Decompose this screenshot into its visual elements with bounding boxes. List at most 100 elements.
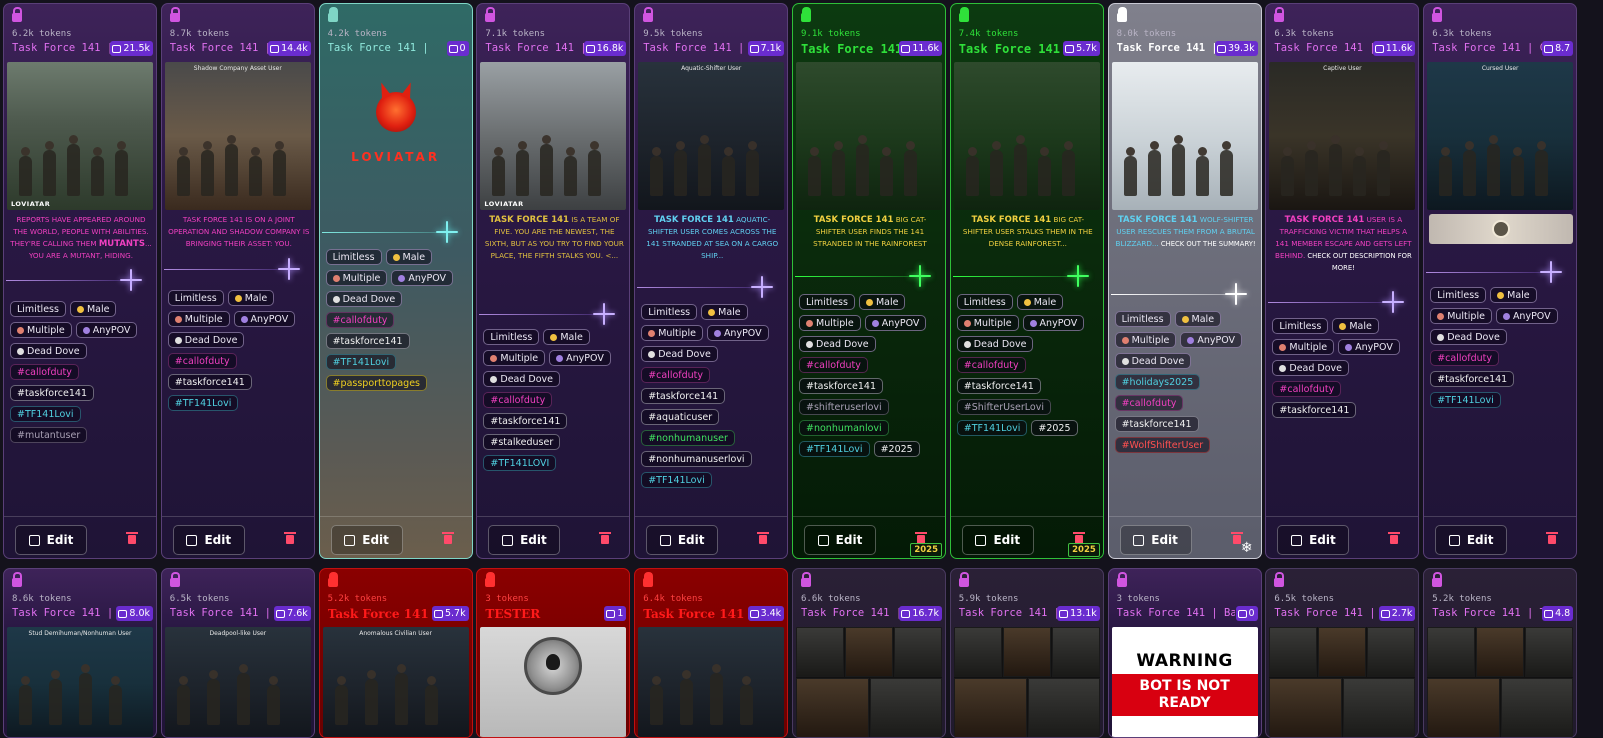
edit-button[interactable]: Edit — [330, 525, 403, 555]
card-image[interactable] — [796, 627, 942, 737]
card-title[interactable]: Task Force 141 | The C... — [1432, 607, 1550, 619]
tag-chip[interactable]: #TF141Lovi — [167, 395, 239, 411]
bot-card[interactable]: 5.2k tokens Task Force 141 | The C... 4.8 — [1423, 568, 1578, 738]
card-image[interactable]: Cursed User — [1427, 62, 1574, 210]
tag-chip[interactable]: AnyPOV — [233, 311, 296, 327]
tag-chip[interactable]: Dead Dove — [1114, 353, 1192, 369]
tag-chip[interactable]: Limitless — [956, 294, 1013, 310]
tag-chip[interactable]: Limitless — [1272, 318, 1329, 334]
tag-chip[interactable]: #callofduty — [641, 367, 711, 383]
card-title[interactable]: Task Force 141 — [959, 42, 1077, 56]
bot-card[interactable]: 7.4k tokens Task Force 141 5.7k Task Force … — [949, 3, 1104, 559]
tag-chip[interactable]: Dead Dove — [799, 336, 876, 352]
tag-chip[interactable]: #TF141Lovi — [1430, 392, 1501, 408]
delete-icon[interactable] — [1388, 532, 1401, 544]
card-image[interactable]: Anomalous Civilian User — [322, 627, 469, 737]
delete-icon[interactable] — [1546, 532, 1559, 544]
card-image[interactable]: Stud Demihuman/Nonhuman User — [7, 627, 153, 737]
tag-chip[interactable]: #TF141Lovi — [10, 406, 81, 422]
tag-chip[interactable]: Male — [385, 249, 433, 265]
tag-chip[interactable]: Multiple — [956, 315, 1019, 331]
tag-chip[interactable]: Multiple — [799, 315, 861, 331]
tag-chip[interactable]: #taskforce141 — [483, 413, 568, 429]
tag-chip[interactable]: Multiple — [483, 350, 546, 366]
tag-chip[interactable]: AnyPOV — [1022, 315, 1085, 331]
card-image[interactable] — [638, 627, 785, 737]
card-title[interactable]: Task Force 141 | NV NE... — [643, 42, 761, 54]
card-image[interactable] — [480, 627, 627, 737]
card-image[interactable]: LOVIATAR — [480, 62, 627, 210]
delete-icon[interactable] — [441, 532, 454, 544]
card-image[interactable] — [1427, 627, 1574, 737]
tag-chip[interactable]: #taskforce141 — [325, 333, 410, 349]
tag-chip[interactable]: AnyPOV — [706, 325, 769, 341]
tag-chip[interactable]: Limitless — [10, 301, 66, 317]
bot-card[interactable]: 5.2k tokens Task Force 141 | Unde...5.7k A… — [318, 568, 473, 738]
bot-card[interactable]: 6.4k tokens Task Force 141 | LOVI...3.4k — [634, 568, 789, 738]
tag-chip[interactable]: #TF141Lovi — [799, 441, 870, 457]
tag-chip[interactable]: AnyPOV — [864, 315, 927, 331]
tag-chip[interactable]: AnyPOV — [1180, 332, 1243, 348]
card-image[interactable]: WARNING BOT IS NOT READY — [1111, 627, 1258, 737]
card-title[interactable]: Task Force 141 | Unde... — [328, 607, 446, 621]
tag-chip[interactable]: #2025 — [873, 441, 920, 457]
tag-chip[interactable]: AnyPOV — [391, 270, 454, 286]
bot-card[interactable]: 9.1k tokens Task Force 141 11.6k Task Force… — [792, 3, 946, 559]
tag-chip[interactable]: #nonhumanlovi — [799, 420, 889, 436]
tag-chip[interactable]: Male — [1332, 318, 1379, 334]
tag-chip[interactable]: Multiple — [325, 270, 388, 286]
bot-card[interactable]: 6.5k tokens Task Force 141 | Merc w...7.6… — [160, 568, 315, 738]
card-title[interactable]: Task Force 141 | TRNSC... — [1274, 607, 1392, 619]
edit-button[interactable]: Edit — [1119, 525, 1192, 555]
tag-chip[interactable]: #taskforce141 — [1430, 371, 1515, 387]
tag-chip[interactable]: #TF141Lovi — [956, 420, 1028, 436]
tag-chip[interactable]: Male — [69, 301, 117, 317]
tag-chip[interactable]: Male — [858, 294, 906, 310]
tag-chip[interactable]: AnyPOV — [75, 322, 138, 338]
tag-chip[interactable]: Dead Dove — [167, 332, 245, 348]
tag-chip[interactable]: Dead Dove — [483, 371, 561, 387]
delete-icon[interactable] — [283, 532, 296, 544]
edit-button[interactable]: Edit — [804, 525, 876, 555]
bot-card[interactable]: 6.6k tokensTask Force 141 | Smug...16.7k — [792, 568, 946, 738]
bot-card[interactable]: 6.5k tokens Task Force 141 | TRNSC...2.7k — [1265, 568, 1420, 738]
bot-card[interactable]: 8.0k tokens Task Force 141 | The 39.3k Task… — [1107, 3, 1262, 559]
tag-chip[interactable]: #callofduty — [799, 357, 868, 373]
tag-chip[interactable]: Multiple — [1430, 308, 1492, 324]
tag-chip[interactable]: #stalkeduser — [483, 434, 561, 450]
edit-button[interactable]: Edit — [172, 525, 245, 555]
tag-chip[interactable]: Dead Dove — [1430, 329, 1507, 345]
card-title[interactable]: Task Force 141 | CURSED — [1432, 42, 1550, 54]
bot-card[interactable]: 8.6k tokens Task Force 141 | Amon...8.0k S… — [3, 568, 157, 738]
edit-button[interactable]: Edit — [15, 525, 87, 555]
tag-chip[interactable]: #taskforce141 — [167, 374, 252, 390]
tag-chip[interactable]: #2025 — [1031, 420, 1078, 436]
tag-chip[interactable]: #taskforce141 — [1272, 402, 1357, 418]
tag-chip[interactable]: #TF141LOVI — [483, 455, 557, 471]
card-image[interactable] — [953, 62, 1100, 210]
tag-chip[interactable]: Male — [1490, 287, 1537, 303]
tag-chip[interactable]: Male — [543, 329, 590, 345]
tag-chip[interactable]: Male — [701, 304, 748, 320]
card-title[interactable]: Task Force 141 | Merc w... — [170, 607, 288, 619]
tag-chip[interactable]: Limitless — [325, 249, 382, 265]
card-title[interactable]: Task Force 141 | Backroo... — [1117, 607, 1235, 619]
tag-chip[interactable]: Multiple — [10, 322, 72, 338]
tag-chip[interactable]: AnyPOV — [1338, 339, 1400, 355]
tag-chip[interactable]: #taskforce141 — [1114, 416, 1199, 432]
bot-card[interactable]: 6.3k tokensTask Force 141 | DEB...11.6kC… — [1265, 3, 1420, 559]
bot-card[interactable]: 8.7k tokensTask Force 141 | The S...14.4… — [160, 3, 315, 559]
tag-chip[interactable]: #WolfShifterUser — [1114, 437, 1211, 453]
card-title[interactable]: Task Force 141 | LOVI... — [643, 607, 761, 621]
tag-chip[interactable]: #TF141Lovi — [641, 472, 712, 488]
tag-chip[interactable]: #callofduty — [1430, 350, 1500, 366]
tag-chip[interactable]: Limitless — [167, 290, 224, 306]
tag-chip[interactable]: #callofduty — [1272, 381, 1342, 397]
tag-chip[interactable]: Male — [227, 290, 275, 306]
tag-chip[interactable]: Limitless — [1430, 287, 1487, 303]
edit-button[interactable]: Edit — [488, 525, 561, 555]
bot-card[interactable]: 9.5k tokens Task Force 141 | NV NE...7.1k… — [634, 3, 789, 559]
card-image[interactable]: Shadow Company Asset User — [164, 62, 311, 210]
tag-chip[interactable]: Dead Dove — [956, 336, 1034, 352]
tag-chip[interactable]: #nonhumanuserlovi — [641, 451, 752, 467]
